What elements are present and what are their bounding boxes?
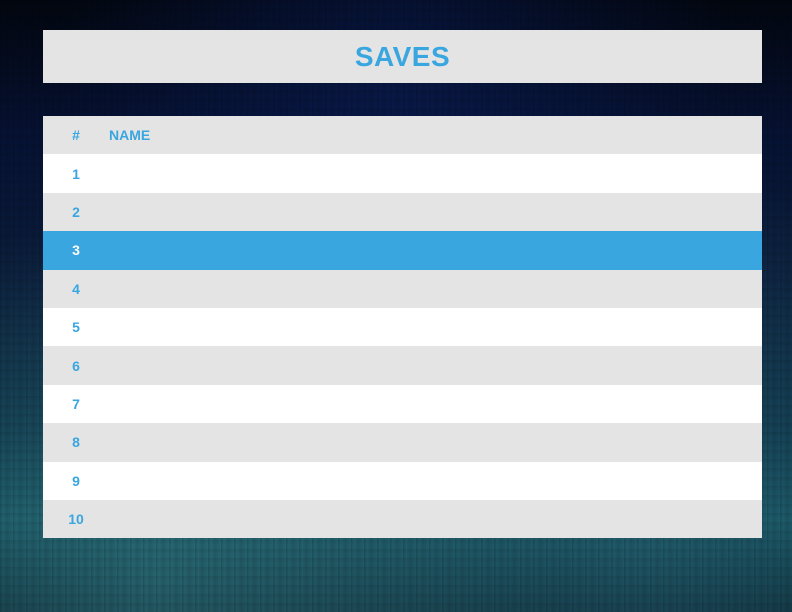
save-slot-row[interactable]: 9: [43, 461, 762, 500]
save-slot-row[interactable]: 4: [43, 269, 762, 308]
save-slot-name: [109, 308, 762, 346]
save-slot-number: 1: [72, 165, 80, 182]
number-column-header: #: [72, 127, 80, 144]
page-title: SAVES: [354, 40, 451, 72]
save-slot-name: [109, 270, 762, 308]
save-slot-number: 9: [72, 472, 80, 489]
save-slot-number: 6: [72, 357, 80, 374]
title-bar: SAVES: [43, 30, 762, 83]
save-slot-name: [109, 385, 762, 423]
save-slot-number: 4: [72, 280, 80, 297]
save-slot-row[interactable]: 2: [43, 192, 762, 232]
save-slot-name: [109, 462, 762, 500]
save-slot-name: [109, 346, 762, 384]
save-slot-name: [109, 231, 762, 269]
save-slot-name: [109, 193, 762, 231]
save-slot-name: [109, 500, 762, 538]
save-slot-number: 8: [72, 434, 80, 451]
save-slot-row[interactable]: 1: [43, 154, 762, 193]
name-column-header: NAME: [109, 127, 151, 144]
save-slot-row[interactable]: 7: [43, 384, 762, 424]
save-slot-row[interactable]: 5: [43, 307, 762, 347]
save-slot-row[interactable]: 10: [43, 499, 762, 539]
save-slot-name: [109, 154, 762, 192]
save-slot-row-selected[interactable]: 3: [43, 231, 762, 270]
save-slot-number: 2: [72, 203, 80, 220]
save-slot-number: 3: [72, 242, 80, 259]
save-slot-number: 10: [68, 511, 84, 528]
save-slot-row[interactable]: 8: [43, 423, 762, 462]
save-slot-row[interactable]: 6: [43, 346, 762, 385]
save-slot-number: 5: [72, 319, 80, 336]
save-slot-name: [109, 423, 762, 461]
saves-table: # NAME 1 2 3 4 5 6 7 8 9 10: [43, 116, 762, 539]
table-header: # NAME: [43, 116, 762, 155]
save-slot-number: 7: [72, 395, 80, 412]
